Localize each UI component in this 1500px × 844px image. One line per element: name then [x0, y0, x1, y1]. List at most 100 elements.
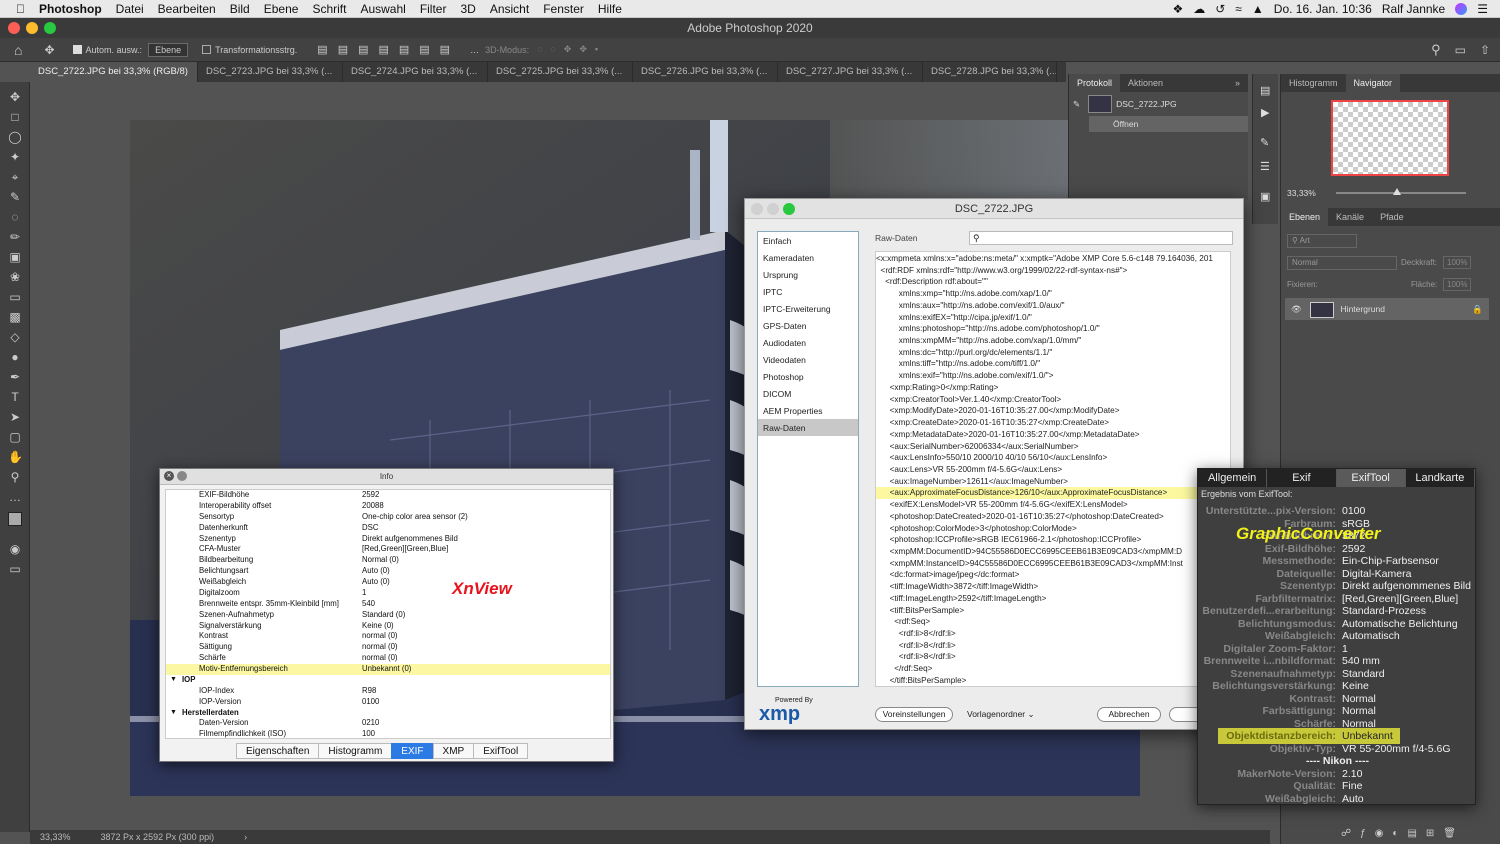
clock[interactable]: Do. 16. Jan. 10:36 [1274, 2, 1372, 16]
more-tools-icon[interactable]: … [8, 490, 22, 504]
tab-aktionen[interactable]: Aktionen [1120, 74, 1171, 92]
table-row[interactable]: Filmempfindlichkeit (ISO) 100 [166, 729, 610, 738]
zoom-level[interactable]: 33,33% [40, 830, 71, 844]
table-row[interactable]: Interoperability offset 20088 [166, 501, 610, 512]
brush-tool-icon[interactable]: ✏ [8, 230, 22, 244]
share-icon[interactable]: ⇧ [1480, 43, 1490, 57]
dodge-tool-icon[interactable]: ● [8, 350, 22, 364]
gc-tab-landkarte[interactable]: Landkarte [1406, 469, 1475, 487]
eraser-tool-icon[interactable]: ▭ [8, 290, 22, 304]
fill-input[interactable]: 100% [1443, 278, 1472, 291]
tab-ebenen[interactable]: Ebenen [1281, 208, 1329, 226]
history-brush-tool-icon[interactable]: ❀ [8, 270, 22, 284]
cancel-button[interactable]: Abbrechen [1097, 707, 1161, 722]
quick-mask-icon[interactable]: ◉ [8, 542, 22, 556]
group-row[interactable]: ▼ Herstellerdaten [166, 708, 610, 719]
lasso-tool-icon[interactable]: ◯ [8, 130, 22, 144]
menu-3d[interactable]: 3D [460, 2, 475, 16]
history-step-oeffnen[interactable]: Öffnen [1089, 116, 1248, 132]
tab-histogramm[interactable]: Histogramm [1281, 74, 1346, 92]
gc-tab-exif[interactable]: Exif [1267, 469, 1337, 487]
layer-filter-kind[interactable]: ⚲ Art [1287, 234, 1357, 248]
move-tool-icon[interactable]: ✥ [8, 90, 22, 104]
minimize-window-icon[interactable] [26, 22, 38, 34]
menu-filter[interactable]: Filter [420, 2, 447, 16]
table-row[interactable]: Sensortyp One-chip color area sensor (2) [166, 512, 610, 523]
table-row[interactable]: Weißabgleich Auto (0) [166, 577, 610, 588]
search-input[interactable]: ⚲ [969, 231, 1233, 245]
table-row[interactable]: Szenentyp Direkt aufgenommenes Bild [166, 534, 610, 545]
layer-action-icons[interactable]: ☍ƒ◉◐▤⊞🗑 [1341, 828, 1465, 839]
foreground-color-swatch[interactable] [8, 512, 22, 526]
menu-ansicht[interactable]: Ansicht [490, 2, 529, 16]
category-aem-properties[interactable]: AEM Properties [758, 402, 858, 419]
xn-tab-exiftool[interactable]: ExifTool [473, 743, 529, 759]
table-row[interactable]: CFA-Muster [Red,Green][Green,Blue] [166, 544, 610, 555]
stamp-panel-icon[interactable]: ▣ [1260, 190, 1270, 203]
tab-pfade[interactable]: Pfade [1372, 208, 1412, 226]
ok-button[interactable] [1169, 707, 1199, 722]
category-einfach[interactable]: Einfach [758, 232, 858, 249]
table-row[interactable]: Daten-Version 0210 [166, 718, 610, 729]
more-icon[interactable]: … [470, 45, 479, 55]
blend-mode-dropdown[interactable]: Normal [1287, 256, 1397, 270]
menu-schrift[interactable]: Schrift [312, 2, 346, 16]
group-row[interactable]: ▼ IOP [166, 675, 610, 686]
tab-dsc-2726[interactable]: DSC_2726.JPG bei 33,3% (... [633, 62, 778, 82]
siri-icon[interactable] [1455, 2, 1468, 15]
shape-tool-icon[interactable]: ▢ [8, 430, 22, 444]
volume-icon[interactable]: ▲ [1252, 2, 1264, 16]
xn-tab-eigenschaften[interactable]: Eigenschaften [236, 743, 320, 759]
menu-bild[interactable]: Bild [230, 2, 250, 16]
eyedropper-tool-icon[interactable]: ✎ [8, 190, 22, 204]
crop-tool-icon[interactable]: ⌖ [8, 170, 22, 184]
slider-handle-icon[interactable] [1393, 188, 1401, 195]
actions-panel-icon[interactable]: ▶ [1261, 106, 1269, 119]
tab-dsc-2727[interactable]: DSC_2727.JPG bei 33,3% (... [778, 62, 923, 82]
tab-kanaele[interactable]: Kanäle [1328, 208, 1372, 226]
minimize-dialog-icon[interactable] [767, 203, 779, 215]
tab-dsc-2728[interactable]: DSC_2728.JPG bei 33,3% (... [923, 62, 1057, 82]
marquee-tool-icon[interactable]: □ [8, 110, 22, 124]
gc-tab-exiftool[interactable]: ExifTool [1336, 469, 1406, 487]
magic-wand-tool-icon[interactable]: ✦ [8, 150, 22, 164]
category-audiodaten[interactable]: Audiodaten [758, 334, 858, 351]
menu-auswahl[interactable]: Auswahl [360, 2, 405, 16]
preferences-button[interactable]: Voreinstellungen [875, 707, 953, 722]
category-kameradaten[interactable]: Kameradaten [758, 249, 858, 266]
opacity-input[interactable]: 100% [1443, 256, 1472, 269]
healing-tool-icon[interactable]: ◌ [8, 210, 22, 224]
table-row[interactable]: Schärfe normal (0) [166, 653, 610, 664]
category-gps-daten[interactable]: GPS-Daten [758, 317, 858, 334]
table-row[interactable]: EXIF-Bildhöhe 2592 [166, 490, 610, 501]
category-videodaten[interactable]: Videodaten [758, 351, 858, 368]
tab-protokoll[interactable]: Protokoll [1069, 74, 1121, 92]
pen-tool-icon[interactable]: ✒ [8, 370, 22, 384]
history-snapshot[interactable]: ✎ DSC_2722.JPG [1069, 92, 1248, 116]
align-icons[interactable]: ▤▤▤▤▤▤▤ [317, 43, 460, 56]
cloud-icon[interactable]: ☁ [1193, 2, 1205, 16]
gc-tab-allgemein[interactable]: Allgemein [1198, 469, 1268, 487]
table-row[interactable]: Belichtungsart Auto (0) [166, 566, 610, 577]
menu-ebene[interactable]: Ebene [264, 2, 299, 16]
blur-tool-icon[interactable]: ◇ [8, 330, 22, 344]
minimize-icon[interactable] [177, 471, 187, 481]
checkbox-transform[interactable] [202, 45, 212, 54]
notification-icon[interactable]: ☰ [1477, 2, 1488, 16]
chevron-right-icon[interactable]: › [244, 830, 247, 844]
history-panel-icon[interactable]: ▤ [1260, 84, 1270, 97]
navigator-zoom-slider[interactable] [1336, 192, 1466, 194]
zoom-dialog-icon[interactable] [783, 203, 795, 215]
table-row[interactable]: Digitalzoom 1 [166, 588, 610, 599]
checkbox-auto-select[interactable] [72, 45, 82, 54]
move-tool-icon[interactable]: ✥ [44, 43, 54, 57]
menu-bearbeiten[interactable]: Bearbeiten [158, 2, 216, 16]
table-row[interactable]: Motiv-Entfernungsbereich Unbekannt (0) [166, 664, 610, 675]
apple-icon[interactable]:  [16, 2, 25, 16]
table-row[interactable]: Bildbearbeitung Normal (0) [166, 555, 610, 566]
dropbox-icon[interactable]: ❖ [1172, 2, 1183, 16]
adjust-panel-icon[interactable]: ☰ [1260, 160, 1270, 173]
category-photoshop[interactable]: Photoshop [758, 368, 858, 385]
tab-dsc-2725[interactable]: DSC_2725.JPG bei 33,3% (... [488, 62, 633, 82]
disclosure-triangle-icon[interactable]: ▼ [170, 675, 177, 686]
